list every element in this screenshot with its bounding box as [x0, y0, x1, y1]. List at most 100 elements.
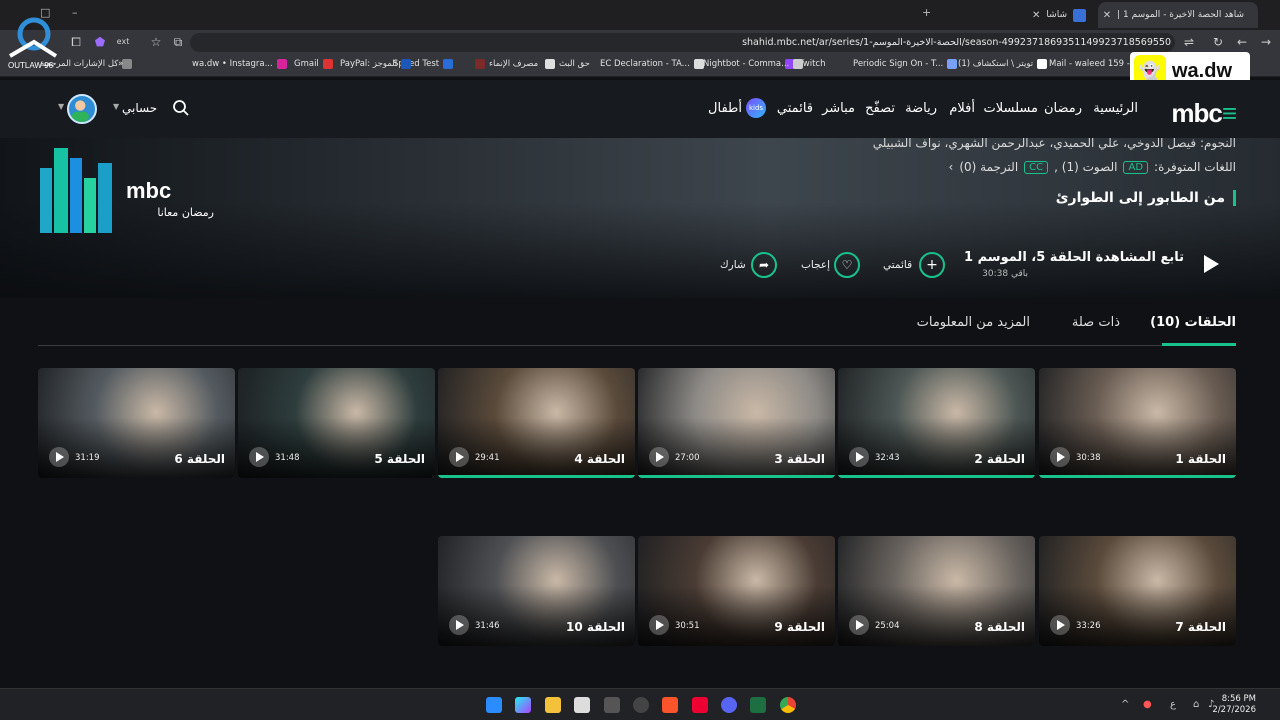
play-icon[interactable]: [49, 447, 69, 467]
episode-card[interactable]: الحلقة 3 27:00: [638, 368, 835, 478]
tray-chevron-icon[interactable]: ^: [1121, 699, 1129, 710]
tab-favicon-icon: [1073, 8, 1086, 22]
nav-sports[interactable]: رياضة: [905, 101, 937, 116]
watch-progress-bar: [638, 475, 835, 478]
avatar-chevron-icon[interactable]: ▼: [58, 102, 64, 111]
bookmark-star-icon[interactable]: ☆: [148, 35, 164, 49]
chrome-icon[interactable]: [780, 697, 796, 713]
play-icon[interactable]: [1050, 615, 1070, 635]
episode-card[interactable]: الحلقة 4 29:41: [438, 368, 635, 478]
nav-browse[interactable]: تصفّح: [865, 101, 895, 116]
episode-title: الحلقة 2: [974, 452, 1025, 466]
bookmark-item[interactable]: (1) تويتر \ استكشاف: [958, 59, 1048, 69]
calculator-icon[interactable]: [604, 697, 620, 713]
tab-episodes[interactable]: الحلقات (10): [1150, 315, 1236, 330]
back-icon[interactable]: →: [1258, 35, 1274, 49]
like-heart-icon[interactable]: ♡: [834, 252, 860, 278]
episode-duration: 25:04: [875, 621, 900, 631]
play-icon[interactable]: [849, 615, 869, 635]
install-app-icon[interactable]: ⧉: [170, 35, 186, 50]
bookmark-item[interactable]: EC Declaration - TA...: [600, 59, 704, 69]
nav-my-list[interactable]: قائمتي: [777, 101, 813, 116]
bookmark-item[interactable]: Gmail: [294, 59, 333, 69]
episode-duration: 31:19: [75, 453, 100, 463]
nav-live[interactable]: مباشر: [822, 101, 855, 116]
play-icon[interactable]: [649, 447, 669, 467]
tab-inactive[interactable]: شاشا ✕: [966, 2, 1094, 28]
episode-card[interactable]: الحلقة 5 31:48: [238, 368, 435, 478]
bookmark-item[interactable]: Periodic Sign On - T...: [853, 59, 958, 69]
play-icon[interactable]: [449, 615, 469, 635]
brave-icon[interactable]: [662, 697, 678, 713]
app-a-icon[interactable]: [692, 697, 708, 713]
episode-card[interactable]: الحلقة 1 30:38: [1039, 368, 1236, 478]
extension-icon[interactable]: ext: [115, 37, 131, 46]
bookmark-item[interactable]: مصرف الإنماء: [475, 59, 538, 69]
excel-icon[interactable]: [750, 697, 766, 713]
start-icon[interactable]: [486, 697, 502, 713]
site-header: mbc≡ الرئيسية رمضان مسلسلات أفلام رياضة …: [0, 80, 1280, 138]
chevron-down-icon[interactable]: ▼: [113, 102, 119, 111]
close-tab-icon[interactable]: ✕: [1032, 10, 1040, 21]
outlaw-watermark-logo: OUTLAW 96: [8, 17, 58, 70]
system-clock[interactable]: 8:56 PM 2/27/2026: [1212, 694, 1256, 716]
nav-ramadan[interactable]: رمضان: [1044, 101, 1082, 116]
play-icon[interactable]: [1050, 447, 1070, 467]
minimize-icon[interactable]: –: [72, 6, 78, 19]
network-icon[interactable]: ⌂: [1193, 699, 1199, 710]
bookmark-item[interactable]: wa.dw • Instagra...: [192, 59, 287, 69]
search-icon[interactable]: [172, 99, 190, 117]
nav-series[interactable]: مسلسلات: [984, 101, 1038, 116]
extensions-puzzle-icon[interactable]: ⧠: [68, 35, 84, 50]
url-field[interactable]: shahid.mbc.net/ar/series/الحصة-الاخيرة-ا…: [190, 33, 1175, 52]
play-icon[interactable]: [249, 447, 269, 467]
tab-related[interactable]: ذات صلة: [1072, 315, 1120, 330]
like-label: إعجاب: [801, 259, 831, 271]
nav-home[interactable]: الرئيسية: [1093, 101, 1138, 116]
forward-icon[interactable]: ←: [1234, 35, 1250, 49]
episode-card[interactable]: الحلقة 2 32:43: [838, 368, 1035, 478]
discord-icon[interactable]: [721, 697, 737, 713]
tab-more-info[interactable]: المزيد من المعلومات: [917, 315, 1030, 330]
avatar[interactable]: [67, 94, 97, 124]
chevron-left-icon[interactable]: ›: [949, 160, 954, 174]
content-tabs: الحلقات (10) ذات صلة المزيد من المعلومات: [38, 298, 1236, 346]
account-menu[interactable]: حسابي: [122, 101, 157, 115]
episode-card[interactable]: الحلقة 9 30:51: [638, 536, 835, 646]
obs-icon[interactable]: [633, 697, 649, 713]
cc-badge: CC: [1024, 160, 1049, 174]
bookmarks-bar: Mail - waleed 159 -... (1) تويتر \ استكش…: [0, 55, 1280, 77]
bookmark-item[interactable]: Nightbot - Comma...: [703, 59, 804, 69]
bookmark-item[interactable]: PayPal: الموجز: [340, 59, 412, 69]
mic-icon[interactable]: ●: [1143, 699, 1152, 710]
episode-card[interactable]: الحلقة 10 31:46: [438, 536, 635, 646]
copilot-icon[interactable]: [515, 697, 531, 713]
mbc-logo[interactable]: mbc≡: [1171, 98, 1237, 129]
svg-text:OUTLAW 96: OUTLAW 96: [8, 61, 54, 70]
close-tab-icon[interactable]: ✕: [1103, 10, 1111, 21]
play-icon[interactable]: [1204, 255, 1219, 273]
continue-watching-label[interactable]: تابع المشاهدة الحلقة 5، الموسم 1: [964, 250, 1184, 265]
episode-card[interactable]: الحلقة 7 33:26: [1039, 536, 1236, 646]
share-icon[interactable]: ➦: [751, 252, 777, 278]
nav-movies[interactable]: أفلام: [949, 101, 975, 116]
bookmark-item[interactable]: حق البث: [545, 59, 590, 69]
kids-icon[interactable]: kids: [746, 98, 766, 118]
nav-kids[interactable]: أطفال: [708, 101, 742, 116]
add-to-list-button[interactable]: +: [919, 252, 945, 278]
episode-card[interactable]: الحلقة 6 31:19: [38, 368, 235, 478]
bookmarks-overflow-icon[interactable]: »: [118, 59, 123, 69]
tab-active[interactable]: شاهد الحصة الاخيرة - الموسم 1 | ✕: [1098, 2, 1258, 28]
play-icon[interactable]: [849, 447, 869, 467]
episode-card[interactable]: الحلقة 8 25:04: [838, 536, 1035, 646]
play-icon[interactable]: [449, 447, 469, 467]
keyboard-lang[interactable]: ع: [1170, 699, 1176, 710]
episode-duration: 30:51: [675, 621, 700, 631]
site-settings-icon[interactable]: ⇌: [1181, 35, 1197, 49]
file-explorer-icon[interactable]: [545, 697, 561, 713]
reload-icon[interactable]: ↻: [1210, 35, 1226, 49]
play-icon[interactable]: [649, 615, 669, 635]
new-tab-icon[interactable]: +: [922, 6, 931, 19]
vpn-shield-icon[interactable]: ⬟: [92, 35, 108, 49]
store-icon[interactable]: [574, 697, 590, 713]
